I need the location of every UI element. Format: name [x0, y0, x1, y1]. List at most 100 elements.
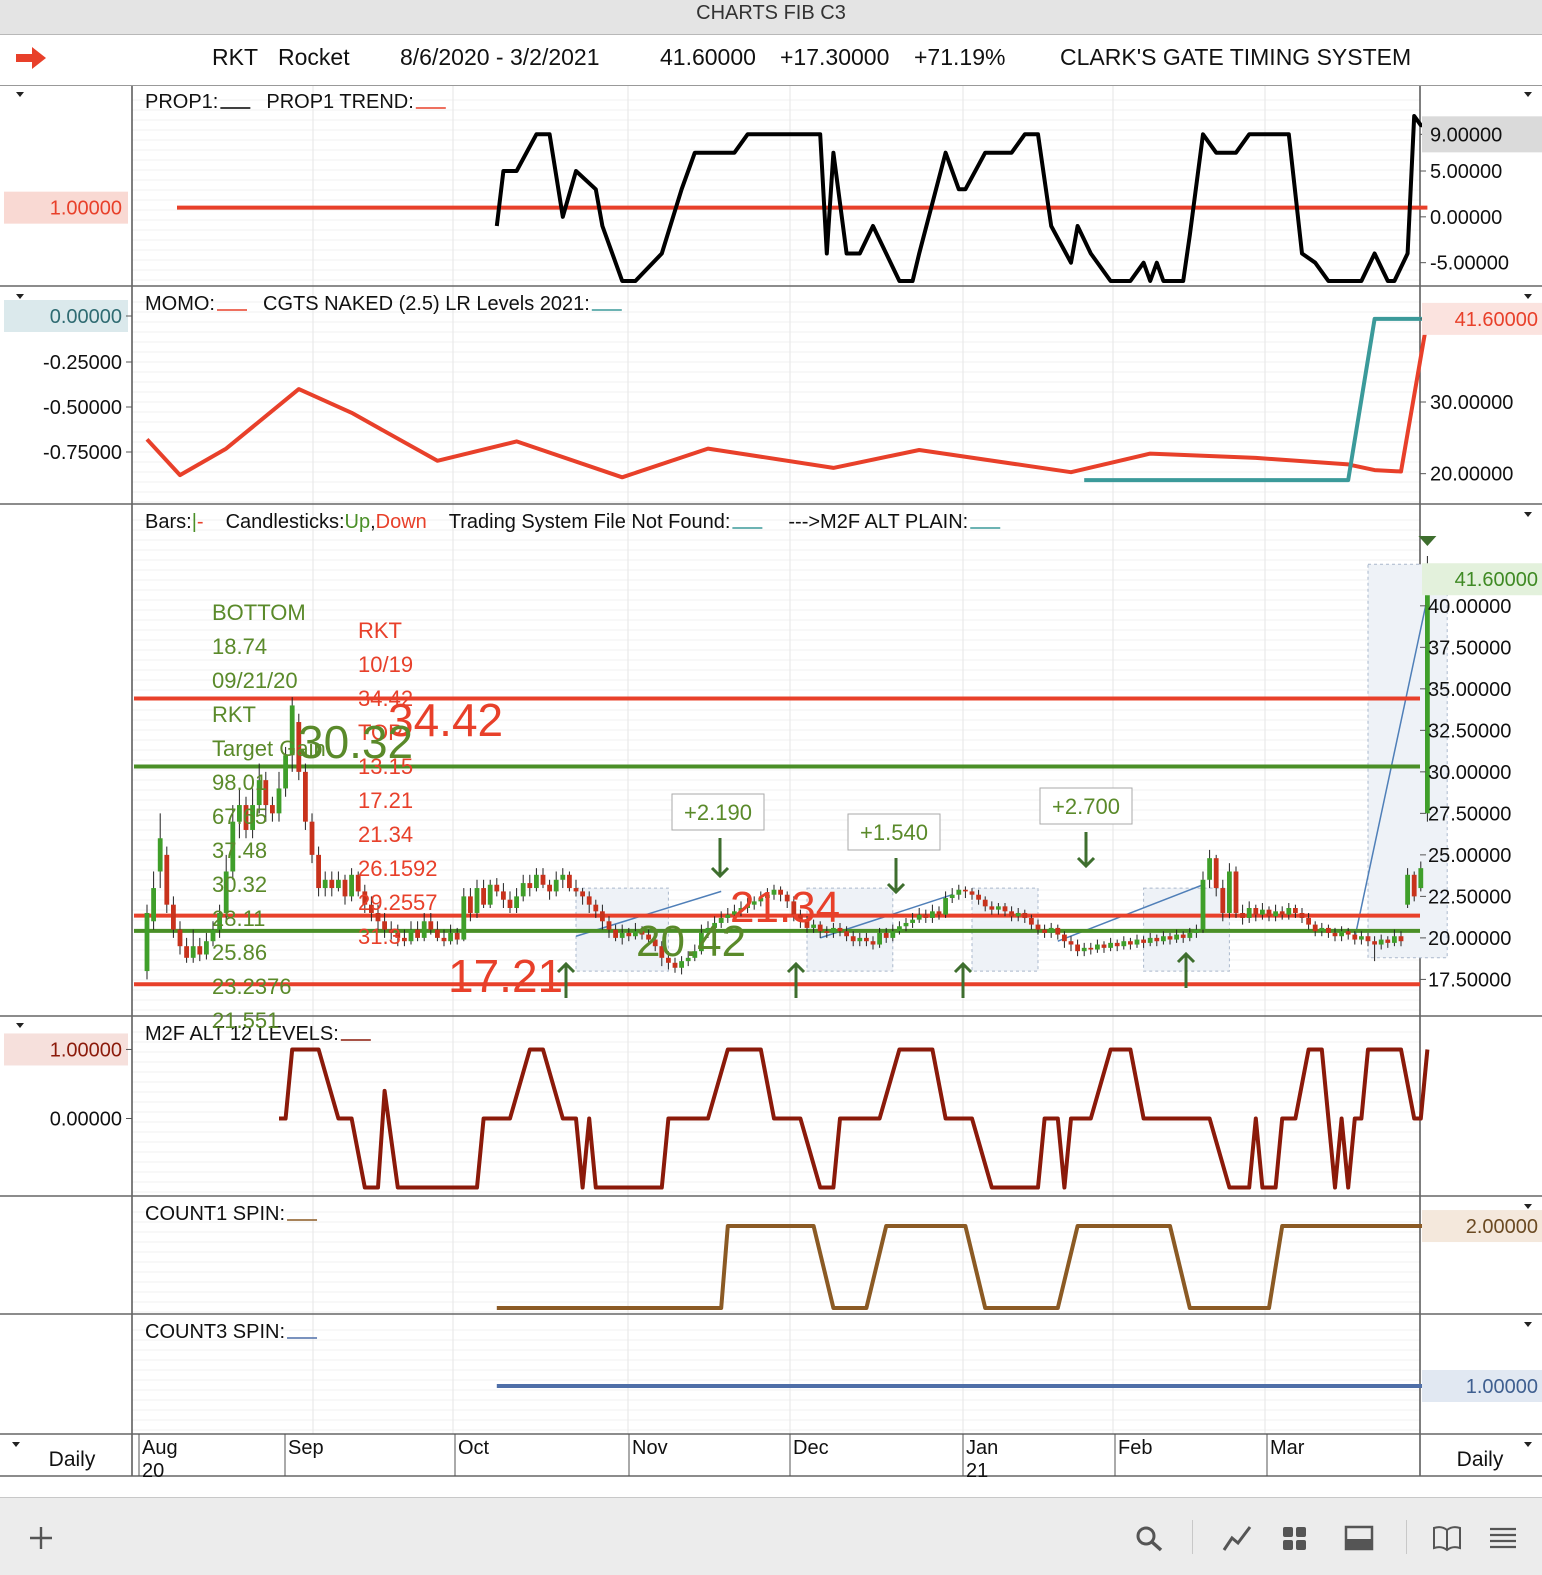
candle-body: [1213, 858, 1219, 889]
candle-body: [468, 896, 473, 913]
candle-body: [936, 911, 942, 915]
candle-body: [1233, 871, 1239, 913]
candle-body: [976, 894, 981, 900]
legend-candles: Candlesticks:: [226, 511, 345, 533]
candle-body: [580, 891, 585, 897]
candle-body: [204, 941, 209, 955]
window-title-bar: CHARTS FIB C3: [0, 0, 1542, 35]
candle-body: [844, 931, 849, 937]
candle-body: [857, 937, 863, 942]
candle-body: [1081, 947, 1087, 952]
price-y-tick: 27.50000: [1428, 803, 1511, 825]
last-price-badge: 41.60000: [1455, 569, 1538, 591]
candle-body: [309, 821, 315, 855]
candle-body: [1095, 944, 1100, 950]
prop1-y-tick: 0.00000: [1430, 207, 1502, 229]
bottom-toolbar: [0, 1497, 1542, 1575]
green-text-3: RKT: [212, 702, 256, 727]
panel-icon[interactable]: [1344, 1524, 1374, 1552]
candle-body: [1279, 911, 1285, 915]
red-text-0: RKT: [358, 618, 402, 643]
red-right-arrow-icon[interactable]: [16, 47, 46, 69]
candle-body: [1194, 929, 1199, 933]
candle-body: [336, 879, 341, 889]
green-text-7: 37.48: [212, 838, 267, 863]
annotation-label-2: +2.700: [1052, 794, 1120, 819]
level-label-20-42: 20.42: [636, 917, 746, 966]
month-label-dec: Dec: [793, 1437, 829, 1459]
candle-body: [619, 932, 625, 938]
green-text-1: 18.74: [212, 634, 267, 659]
candle-body: [1121, 941, 1127, 947]
legend-count1-0: COUNT1 SPIN:: [145, 1203, 285, 1225]
price-y-tick: 20.00000: [1428, 928, 1511, 950]
pane-menu-icon: [1524, 1442, 1532, 1447]
line-chart-icon[interactable]: [1222, 1524, 1252, 1552]
candle-body: [448, 932, 453, 942]
green-text-6: 67.65: [212, 804, 267, 829]
candle-body: [1134, 939, 1140, 945]
candle-body: [897, 926, 902, 932]
candle-body: [1220, 888, 1226, 913]
chart-area[interactable]: PROP1: PROP1 TREND: MOMO: CGTS NAKED (2.5) …: [0, 86, 1542, 1496]
price-y-tick: 37.50000: [1428, 637, 1511, 659]
level-label-21-34: 21.34: [730, 883, 840, 932]
legend-bars-down: -: [197, 511, 204, 533]
candle-body: [883, 932, 889, 938]
date-range: 8/6/2020 - 3/2/2021: [400, 44, 600, 70]
pane-menu-icon: [1524, 1322, 1532, 1327]
candle-body: [1246, 908, 1252, 918]
candle-body: [1273, 911, 1278, 917]
red-text-9: 31.3: [358, 924, 401, 949]
candle-body: [1161, 936, 1166, 942]
candle-body: [1200, 879, 1206, 930]
add-icon[interactable]: [26, 1524, 56, 1552]
candle-body: [850, 936, 856, 942]
candle-body: [1002, 906, 1008, 912]
legend-prop1-1: PROP1 TREND:: [266, 91, 413, 113]
candle-body: [989, 906, 995, 910]
chart-svg[interactable]: PROP1: PROP1 TREND: MOMO: CGTS NAKED (2.5) …: [0, 86, 1542, 1496]
red-text-8: 29.2557: [358, 890, 438, 915]
candle-body: [454, 932, 460, 940]
candle-body: [547, 884, 552, 892]
candle-body: [270, 805, 275, 814]
candle-body: [1378, 939, 1384, 945]
green-text-11: 23.2376: [212, 974, 292, 999]
candle-body: [1339, 931, 1344, 937]
candle-body: [969, 891, 975, 895]
candle-body: [982, 899, 988, 907]
red-text-7: 26.1592: [358, 856, 438, 881]
grid-icon[interactable]: [1280, 1524, 1310, 1552]
red-text-5: 17.21: [358, 788, 413, 813]
candle-body: [949, 894, 955, 899]
candle-body: [864, 937, 869, 942]
legend-down: Down: [376, 511, 427, 533]
candle-body: [1359, 936, 1364, 940]
price-y-tick: 35.00000: [1428, 679, 1511, 701]
book-icon[interactable]: [1432, 1524, 1462, 1552]
candle-body: [164, 854, 170, 905]
candle-body: [276, 788, 282, 814]
price-y-tick: 40.00000: [1428, 596, 1511, 618]
m2f-series-line-0: [279, 1047, 1430, 1190]
candle-body: [303, 771, 308, 822]
candle-body: [573, 888, 579, 892]
legend-up: Up: [345, 511, 371, 533]
period-right: Daily: [1457, 1448, 1504, 1471]
candle-body: [1398, 936, 1404, 942]
candle-body: [1174, 934, 1179, 940]
search-icon[interactable]: [1134, 1524, 1164, 1552]
pane-menu-icon: [1524, 512, 1532, 517]
candle-body: [534, 874, 539, 889]
momo-y-tick-left: -0.75000: [43, 442, 122, 464]
candle-body: [1068, 941, 1074, 945]
candle-body: [1055, 927, 1061, 935]
candle-body: [481, 888, 486, 905]
legend-prop1-0: PROP1:: [145, 91, 218, 113]
candle-body: [910, 919, 915, 923]
momo-y-tick-right: 30.00000: [1430, 392, 1513, 414]
menu-icon[interactable]: [1488, 1524, 1518, 1552]
momo-y-tick-left: -0.50000: [43, 397, 122, 419]
red-text-6: 21.34: [358, 822, 413, 847]
